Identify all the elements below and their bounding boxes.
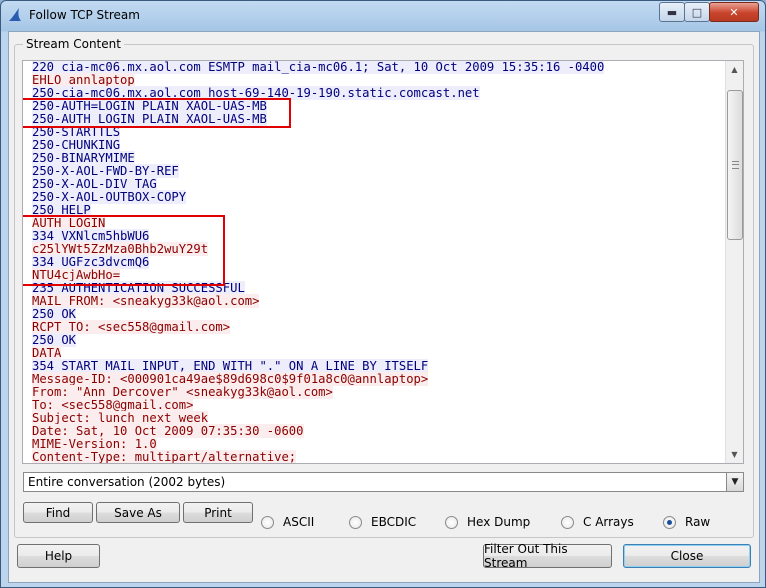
format-radio-hex-dump[interactable]: Hex Dump bbox=[445, 515, 530, 529]
conversation-select-value: Entire conversation (2002 bytes) bbox=[28, 475, 226, 489]
format-label-c-arrays: C Arrays bbox=[583, 515, 634, 529]
server-line: 250 OK bbox=[32, 307, 77, 321]
maximize-icon: □ bbox=[691, 5, 703, 19]
radio-icon bbox=[561, 515, 574, 529]
scroll-up-button[interactable]: ▲ bbox=[726, 61, 743, 78]
server-line: 250 OK bbox=[32, 333, 77, 347]
server-line: 220 cia-mc06.mx.aol.com ESMTP mail_cia-m… bbox=[32, 60, 605, 74]
format-radio-ebcdic[interactable]: EBCDIC bbox=[349, 515, 416, 529]
close-button[interactable]: Close bbox=[623, 544, 751, 568]
format-radio-raw[interactable]: Raw bbox=[663, 515, 710, 529]
radio-icon bbox=[261, 515, 274, 529]
radio-selected-icon bbox=[663, 515, 676, 529]
client-line: MAIL FROM: <sneakyg33k@aol.com> bbox=[32, 294, 260, 308]
client-line: Content-Type: multipart/alternative; bbox=[32, 450, 297, 464]
radio-icon bbox=[349, 515, 362, 529]
format-label-ebcdic: EBCDIC bbox=[371, 515, 417, 529]
help-button[interactable]: Help bbox=[17, 544, 100, 568]
client-line: Subject: lunch next week bbox=[32, 411, 209, 425]
auth-login-credentials-highlight bbox=[23, 215, 225, 286]
client-line: From: "Ann Dercover" <sneakyg33k@aol.com… bbox=[32, 385, 333, 399]
find-button[interactable]: Find bbox=[23, 502, 93, 523]
stream-line: 250 OK bbox=[32, 333, 604, 347]
server-line: 250-X-AOL-DIV_TAG bbox=[32, 177, 157, 191]
conversation-select[interactable]: Entire conversation (2002 bytes) ▼ bbox=[23, 472, 744, 492]
dialog-body: Stream Content 220 cia-mc06.mx.aol.com E… bbox=[8, 31, 760, 583]
server-line: 250-BINARYMIME bbox=[32, 151, 135, 165]
title-bar[interactable]: Follow TCP Stream ▬ □ ✕ bbox=[1, 1, 765, 29]
server-line: 250-CHUNKING bbox=[32, 138, 121, 152]
stream-line: Content-Type: multipart/alternative; bbox=[32, 450, 604, 464]
client-line: Date: Sat, 10 Oct 2009 07:35:30 -0600 bbox=[32, 424, 304, 438]
maximize-button[interactable]: □ bbox=[684, 2, 710, 22]
format-radio-ascii[interactable]: ASCII bbox=[261, 515, 314, 529]
chevron-down-icon: ▼ bbox=[731, 477, 739, 487]
minimize-icon: ▬ bbox=[666, 5, 678, 19]
stream-content-group: Stream Content 220 cia-mc06.mx.aol.com E… bbox=[14, 37, 754, 538]
radio-icon bbox=[445, 515, 458, 529]
stream-content-label: Stream Content bbox=[23, 37, 124, 51]
chevron-up-icon: ▲ bbox=[731, 65, 738, 74]
grip-icon bbox=[731, 161, 739, 169]
scrollbar-thumb[interactable] bbox=[727, 90, 743, 240]
format-label-raw: Raw bbox=[685, 515, 711, 529]
follow-tcp-stream-window: Follow TCP Stream ▬ □ ✕ Stream Content 2… bbox=[0, 0, 766, 588]
window-title: Follow TCP Stream bbox=[29, 8, 140, 22]
wireshark-fin-icon bbox=[9, 8, 21, 21]
window-close-button[interactable]: ✕ bbox=[709, 2, 759, 22]
client-line: Message-ID: <000901ca49ae$89d698c0$9f01a… bbox=[32, 372, 429, 386]
format-radio-c-arrays[interactable]: C Arrays bbox=[561, 515, 634, 529]
save-as-button[interactable]: Save As bbox=[96, 502, 180, 523]
client-line: RCPT TO: <sec558@gmail.com> bbox=[32, 320, 231, 334]
auth-capability-highlight bbox=[23, 98, 291, 128]
close-icon: ✕ bbox=[729, 5, 739, 19]
client-line: DATA bbox=[32, 346, 62, 360]
client-line: EHLO annlaptop bbox=[32, 73, 135, 87]
stream-line: 250-X-AOL-OUTBOX-COPY bbox=[32, 190, 604, 204]
vertical-scrollbar[interactable]: ▲ ▼ bbox=[725, 61, 743, 463]
server-line: 250-X-AOL-OUTBOX-COPY bbox=[32, 190, 187, 204]
format-label-hex-dump: Hex Dump bbox=[467, 515, 531, 529]
print-button[interactable]: Print bbox=[183, 502, 253, 523]
filter-out-stream-button[interactable]: Filter Out This Stream bbox=[483, 542, 612, 570]
dropdown-button[interactable]: ▼ bbox=[726, 473, 743, 491]
chevron-down-icon: ▼ bbox=[731, 450, 738, 459]
stream-line: MAIL FROM: <sneakyg33k@aol.com> bbox=[32, 294, 604, 308]
client-line: MIME-Version: 1.0 bbox=[32, 437, 157, 451]
server-line: 354 START MAIL INPUT, END WITH "." ON A … bbox=[32, 359, 429, 373]
stream-text-area[interactable]: 220 cia-mc06.mx.aol.com ESMTP mail_cia-m… bbox=[22, 60, 744, 464]
server-line: 250-X-AOL-FWD-BY-REF bbox=[32, 164, 179, 178]
client-line: To: <sec558@gmail.com> bbox=[32, 398, 194, 412]
minimize-button[interactable]: ▬ bbox=[659, 2, 685, 22]
format-label-ascii: ASCII bbox=[283, 515, 315, 529]
stream-line: RCPT TO: <sec558@gmail.com> bbox=[32, 320, 604, 334]
scroll-down-button[interactable]: ▼ bbox=[726, 446, 743, 463]
